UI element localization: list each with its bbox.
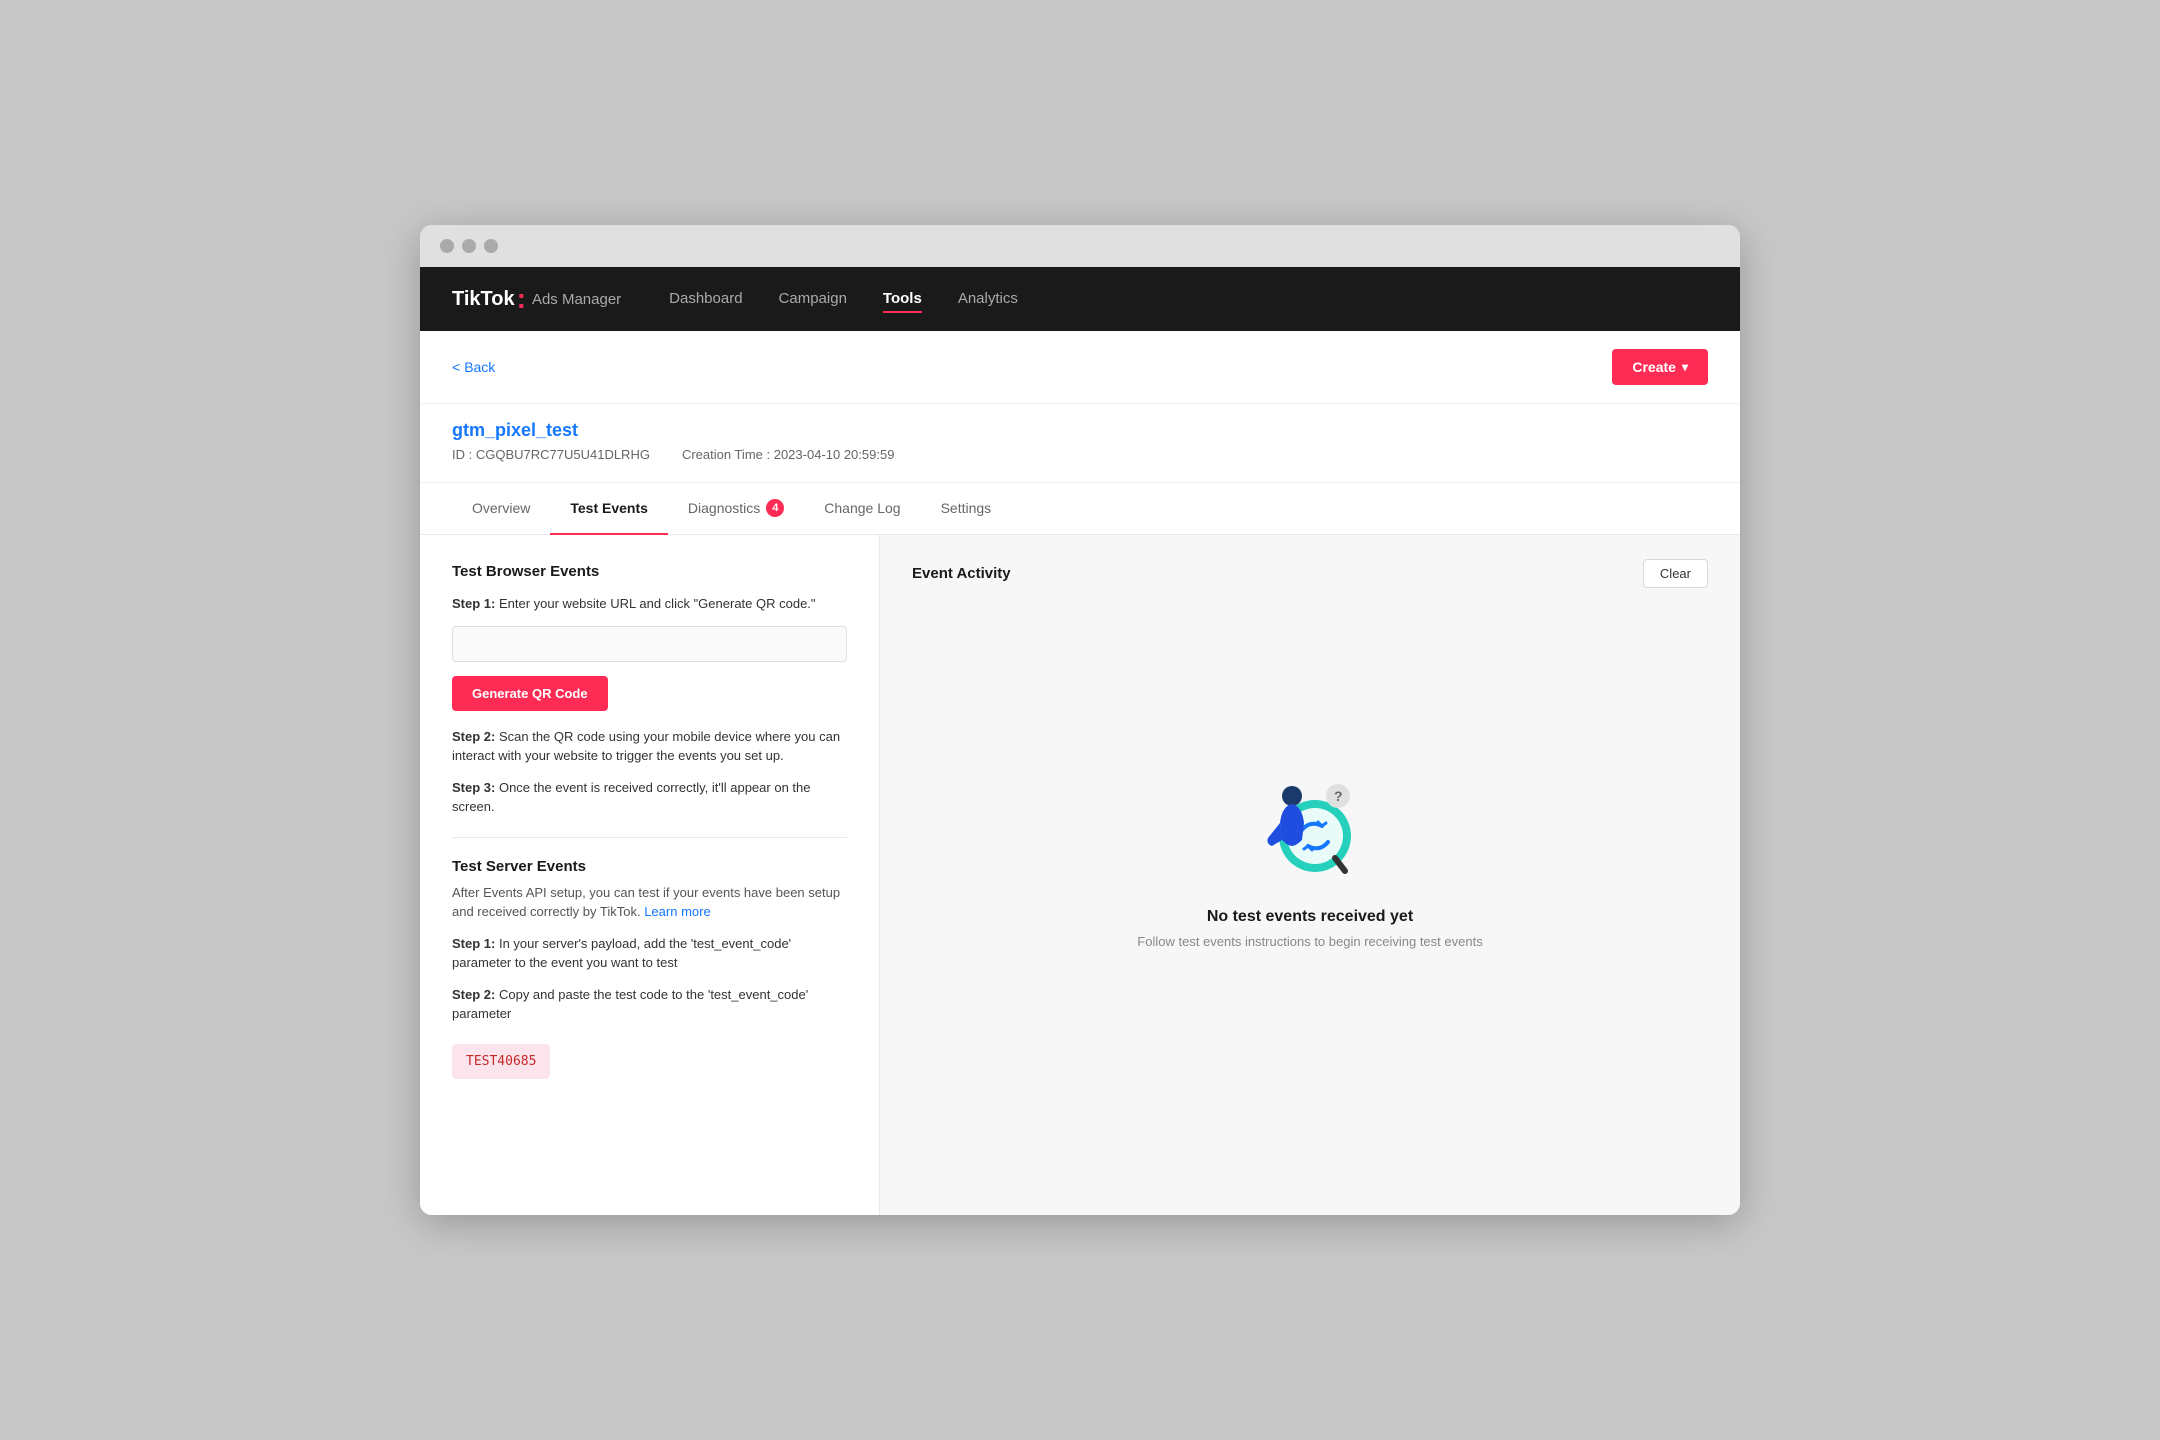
server-step1-label: Step 1: (452, 936, 495, 951)
step1-description: Enter your website URL and click "Genera… (499, 596, 816, 611)
tab-test-events[interactable]: Test Events (550, 483, 668, 535)
server-step2-text: Step 2: Copy and paste the test code to … (452, 985, 847, 1024)
logo-tiktok-text: TikTok (452, 288, 515, 311)
pixel-name: gtm_pixel_test (452, 420, 1708, 441)
event-activity-header: Event Activity Clear (912, 559, 1708, 588)
maximize-traffic-light[interactable] (484, 239, 498, 253)
clear-button[interactable]: Clear (1643, 559, 1708, 588)
step3-label: Step 3: (452, 780, 495, 795)
empty-state-subtitle: Follow test events instructions to begin… (1137, 934, 1482, 949)
browser-chrome (420, 225, 1740, 267)
step2-description: Scan the QR code using your mobile devic… (452, 729, 840, 764)
url-input[interactable] (452, 626, 847, 662)
server-step2-description: Copy and paste the test code to the 'tes… (452, 987, 808, 1022)
create-button[interactable]: Create (1612, 349, 1708, 385)
browser-events-title: Test Browser Events (452, 563, 847, 580)
nav-item-analytics[interactable]: Analytics (958, 286, 1018, 313)
empty-state-title: No test events received yet (1207, 908, 1413, 926)
right-panel: Event Activity Clear (880, 535, 1740, 1215)
logo-dot: : (517, 285, 526, 313)
empty-illustration: ? (1250, 768, 1370, 888)
server-events-title: Test Server Events (452, 858, 847, 875)
server-step1-description: In your server's payload, add the 'test_… (452, 936, 791, 971)
event-activity-title: Event Activity (912, 565, 1011, 582)
test-code-box[interactable]: TEST40685 (452, 1044, 550, 1079)
pixel-meta: ID : CGQBU7RC77U5U41DLRHG Creation Time … (452, 447, 1708, 462)
nav-items: Dashboard Campaign Tools Analytics (669, 286, 1018, 313)
tab-change-log[interactable]: Change Log (804, 483, 920, 535)
nav-item-campaign[interactable]: Campaign (779, 286, 847, 313)
step2-label: Step 2: (452, 729, 495, 744)
step3-description: Once the event is received correctly, it… (452, 780, 810, 815)
main-area: Test Browser Events Step 1: Enter your w… (420, 535, 1740, 1215)
server-step2-label: Step 2: (452, 987, 495, 1002)
step3-text: Step 3: Once the event is received corre… (452, 778, 847, 817)
svg-text:?: ? (1334, 788, 1343, 804)
nav-item-dashboard[interactable]: Dashboard (669, 286, 742, 313)
server-description: After Events API setup, you can test if … (452, 883, 847, 922)
pixel-info: gtm_pixel_test ID : CGQBU7RC77U5U41DLRHG… (420, 404, 1740, 483)
empty-state: ? No test events received yet Follow tes… (912, 608, 1708, 1108)
pixel-id: ID : CGQBU7RC77U5U41DLRHG (452, 447, 650, 462)
close-traffic-light[interactable] (440, 239, 454, 253)
page-content: Back Create gtm_pixel_test ID : CGQBU7RC… (420, 331, 1740, 1215)
step1-label: Step 1: (452, 596, 495, 611)
step1-text: Step 1: Enter your website URL and click… (452, 594, 847, 614)
pixel-creation-time: Creation Time : 2023-04-10 20:59:59 (682, 447, 894, 462)
diagnostics-badge: 4 (766, 499, 784, 517)
server-step1-text: Step 1: In your server's payload, add th… (452, 934, 847, 973)
tab-settings[interactable]: Settings (921, 483, 1012, 535)
left-panel: Test Browser Events Step 1: Enter your w… (420, 535, 880, 1215)
generate-qr-button[interactable]: Generate QR Code (452, 676, 608, 711)
back-button[interactable]: Back (452, 359, 495, 375)
step2-text: Step 2: Scan the QR code using your mobi… (452, 727, 847, 766)
tab-overview[interactable]: Overview (452, 483, 550, 535)
back-bar: Back Create (420, 331, 1740, 404)
tabs-bar: Overview Test Events Diagnostics 4 Chang… (420, 483, 1740, 535)
learn-more-link[interactable]: Learn more (644, 904, 710, 919)
nav-item-tools[interactable]: Tools (883, 286, 922, 313)
logo: TikTok: Ads Manager (452, 285, 621, 313)
tab-diagnostics[interactable]: Diagnostics 4 (668, 483, 804, 535)
browser-window: TikTok: Ads Manager Dashboard Campaign T… (420, 225, 1740, 1215)
top-nav: TikTok: Ads Manager Dashboard Campaign T… (420, 267, 1740, 331)
minimize-traffic-light[interactable] (462, 239, 476, 253)
logo-ads-text: Ads Manager (532, 291, 621, 308)
divider (452, 837, 847, 838)
tab-diagnostics-label: Diagnostics (688, 500, 760, 516)
